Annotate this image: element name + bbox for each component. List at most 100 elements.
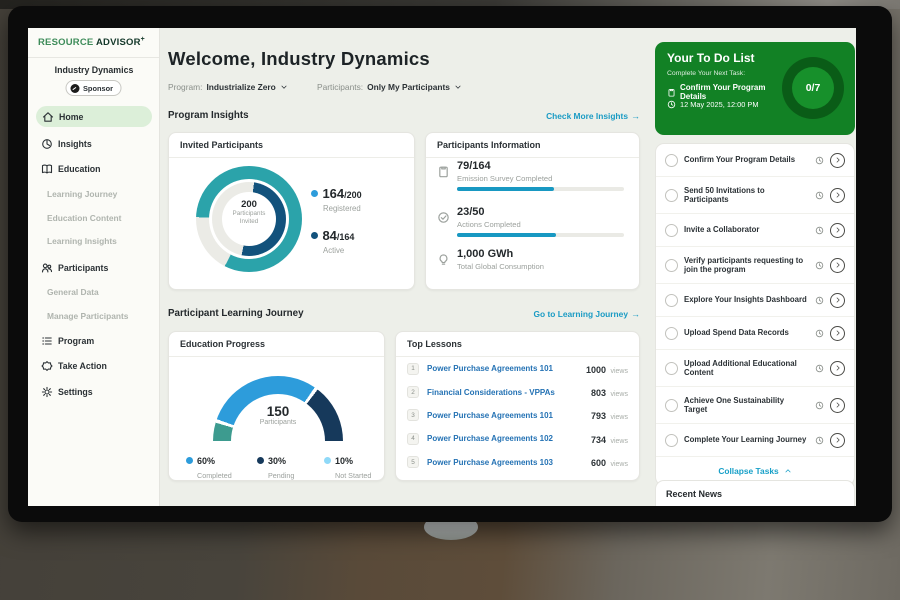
todo-progress-count: 0/7 xyxy=(792,67,834,109)
lesson-rank: 1 xyxy=(407,363,419,375)
bulb-icon xyxy=(437,253,450,266)
lesson-row[interactable]: 5 Power Purchase Agreements 103 600 view… xyxy=(396,451,639,474)
arrow-right-icon: → xyxy=(631,309,640,319)
dashboard-screen: RESOURCE ADVISOR+ Industry Dynamics Spon… xyxy=(28,28,856,506)
lesson-link[interactable]: Financial Considerations - VPPAs xyxy=(427,388,591,397)
progress-bar xyxy=(457,187,624,191)
todo-progress-ring: 0/7 xyxy=(782,57,844,119)
task-checkbox[interactable] xyxy=(665,294,678,307)
go-to-learning-journey-link[interactable]: Go to Learning Journey→ xyxy=(534,309,640,319)
donut-center-label: 200 Participants Invited xyxy=(196,199,302,226)
task-chevron-button[interactable] xyxy=(830,398,845,413)
participants-filter-dropdown[interactable]: Participants: Only My Participants xyxy=(317,82,462,92)
task-chevron-button[interactable] xyxy=(830,361,845,376)
task-checkbox[interactable] xyxy=(665,327,678,340)
lesson-link[interactable]: Power Purchase Agreements 102 xyxy=(427,434,591,443)
program-filter-dropdown[interactable]: Program: Industrialize Zero xyxy=(168,82,288,92)
task-checkbox[interactable] xyxy=(665,434,678,447)
lesson-link[interactable]: Power Purchase Agreements 101 xyxy=(427,411,591,420)
task-row[interactable]: Confirm Your Program Details xyxy=(656,144,854,176)
sidebar-item-learning-insights[interactable]: Learning Insights xyxy=(28,232,160,250)
legend-pending: 30% Pending xyxy=(257,452,294,480)
task-chevron-button[interactable] xyxy=(830,223,845,238)
sponsor-badge[interactable]: Sponsor xyxy=(65,80,122,96)
task-chevron-button[interactable] xyxy=(830,293,845,308)
card-title: Participants Information xyxy=(426,133,639,158)
chevron-down-icon xyxy=(454,83,462,91)
legend-completed: 60% Completed xyxy=(186,452,232,480)
lesson-row[interactable]: 4 Power Purchase Agreements 102 734 view… xyxy=(396,427,639,450)
todo-next-task: Confirm Your Program Details xyxy=(667,83,785,101)
task-row[interactable]: Upload Additional Educational Content xyxy=(656,349,854,386)
lesson-link[interactable]: Power Purchase Agreements 101 xyxy=(427,364,586,373)
education-gauge-chart: 150 Participants xyxy=(213,376,343,442)
stat-label: Emission Survey Completed xyxy=(457,174,552,183)
legend-registered: 164/200 Registered xyxy=(311,185,362,213)
task-chevron-button[interactable] xyxy=(830,326,845,341)
legend-dot xyxy=(257,457,264,464)
task-row[interactable]: Explore Your Insights Dashboard xyxy=(656,283,854,316)
sidebar-item-education[interactable]: Education xyxy=(28,160,160,178)
clipboard-icon xyxy=(667,88,676,97)
lesson-rank: 2 xyxy=(407,386,419,398)
sidebar-item-program[interactable]: Program xyxy=(28,332,160,350)
sidebar-item-general-data[interactable]: General Data xyxy=(28,283,160,301)
task-row[interactable]: Achieve One Sustainability Target xyxy=(656,386,854,423)
task-chevron-button[interactable] xyxy=(830,258,845,273)
task-row[interactable]: Upload Spend Data Records xyxy=(656,316,854,349)
invited-participants-card: Invited Participants 200 Participants In… xyxy=(168,132,415,290)
lesson-rank: 4 xyxy=(407,433,419,445)
task-checkbox[interactable] xyxy=(665,399,678,412)
sidebar-item-learning-journey[interactable]: Learning Journey xyxy=(28,185,160,203)
task-checkbox[interactable] xyxy=(665,154,678,167)
chevron-down-icon xyxy=(280,83,288,91)
task-checkbox[interactable] xyxy=(665,362,678,375)
recent-news-card: Recent News xyxy=(655,480,855,506)
org-name: Industry Dynamics xyxy=(28,65,160,75)
lesson-rank: 3 xyxy=(407,409,419,421)
task-checkbox[interactable] xyxy=(665,224,678,237)
legend-not-started: 10% Not Started xyxy=(324,452,371,480)
section-title-learning-journey: Participant Learning Journey xyxy=(168,308,304,319)
clock-icon xyxy=(815,261,824,270)
task-chevron-button[interactable] xyxy=(830,433,845,448)
stat-value: 1,000 GWh xyxy=(457,248,513,260)
people-icon xyxy=(41,262,53,274)
task-checkbox[interactable] xyxy=(665,189,678,202)
task-row[interactable]: Send 50 Invitations to Participants xyxy=(656,176,854,213)
clock-icon xyxy=(815,156,824,165)
check-more-insights-link[interactable]: Check More Insights→ xyxy=(546,111,640,121)
sidebar: RESOURCE ADVISOR+ Industry Dynamics Spon… xyxy=(28,28,160,506)
sidebar-item-education-content[interactable]: Education Content xyxy=(28,209,160,227)
sidebar-item-insights[interactable]: Insights xyxy=(28,135,160,153)
education-progress-card: Education Progress 150 Participants 60% … xyxy=(168,331,385,481)
stat-label: Total Global Consumption xyxy=(457,262,544,271)
sidebar-item-participants[interactable]: Participants xyxy=(28,259,160,277)
lesson-row[interactable]: 3 Power Purchase Agreements 101 793 view… xyxy=(396,404,639,427)
progress-bar xyxy=(457,233,624,237)
lesson-link[interactable]: Power Purchase Agreements 103 xyxy=(427,458,591,467)
brand-logo: RESOURCE ADVISOR+ xyxy=(38,36,145,48)
sidebar-item-settings[interactable]: Settings xyxy=(28,383,160,401)
sidebar-item-take-action[interactable]: Take Action xyxy=(28,357,160,375)
clock-icon xyxy=(815,226,824,235)
gauge-center-label: 150 Participants xyxy=(213,404,343,426)
todo-subtitle: Complete Your Next Task: xyxy=(667,70,745,77)
page-title: Welcome, Industry Dynamics xyxy=(168,48,430,70)
book-icon xyxy=(41,163,53,175)
lesson-row[interactable]: 2 Financial Considerations - VPPAs 803 v… xyxy=(396,380,639,403)
sidebar-item-manage-participants[interactable]: Manage Participants xyxy=(28,307,160,325)
take-action-icon xyxy=(41,360,53,372)
task-chevron-button[interactable] xyxy=(830,153,845,168)
task-row[interactable]: Complete Your Learning Journey xyxy=(656,423,854,456)
home-icon xyxy=(42,111,54,123)
task-row[interactable]: Invite a Collaborator xyxy=(656,213,854,246)
sidebar-item-home[interactable]: Home xyxy=(36,106,152,127)
stat-label: Actions Completed xyxy=(457,220,521,229)
legend-active: 84/164 Active xyxy=(311,227,354,255)
lesson-row[interactable]: 1 Power Purchase Agreements 101 1000 vie… xyxy=(396,357,639,380)
task-chevron-button[interactable] xyxy=(830,188,845,203)
task-checkbox[interactable] xyxy=(665,259,678,272)
task-row[interactable]: Verify participants requesting to join t… xyxy=(656,246,854,283)
card-title: Education Progress xyxy=(169,332,384,357)
